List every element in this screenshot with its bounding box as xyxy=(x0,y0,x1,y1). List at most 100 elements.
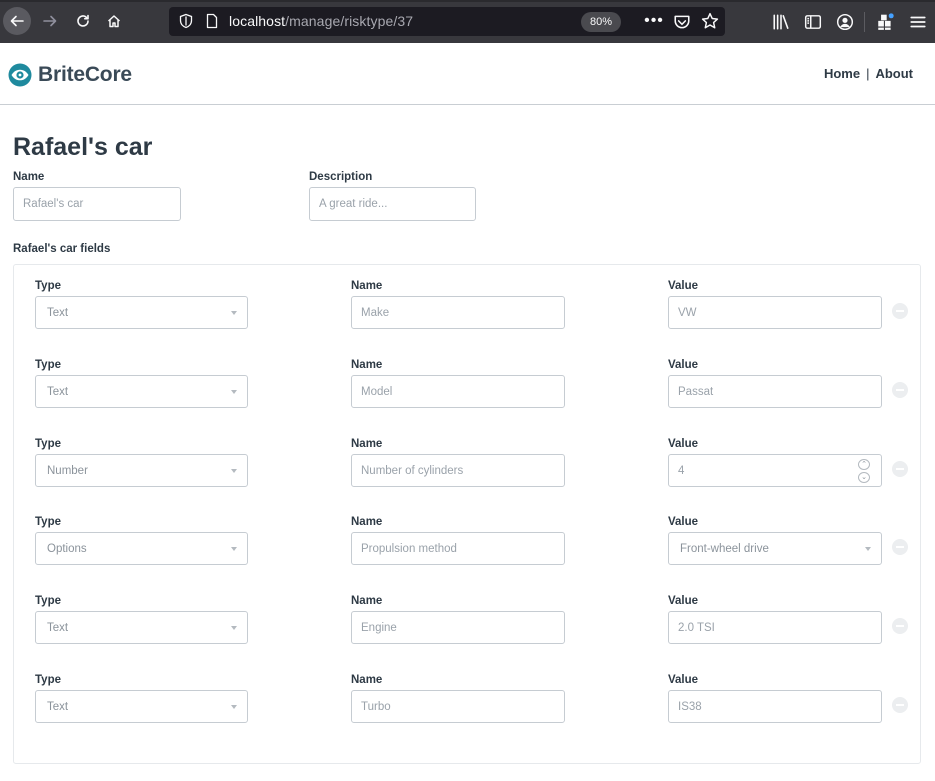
back-button[interactable] xyxy=(3,7,31,35)
arrow-right-icon xyxy=(43,15,57,27)
browser-toolbar: localhost/manage/risktype/37 80% ••• xyxy=(0,0,935,43)
field-type-value: Number xyxy=(47,464,88,477)
url-bar[interactable]: localhost/manage/risktype/37 xyxy=(169,7,725,36)
field-value-number-input[interactable]: 4 ⌃ ⌄ xyxy=(668,454,882,487)
chevron-down-icon xyxy=(231,469,237,473)
field-value-label: Value xyxy=(668,595,699,607)
remove-field-icon[interactable] xyxy=(892,382,908,398)
field-name-label: Name xyxy=(351,674,383,686)
account-icon[interactable] xyxy=(836,13,854,31)
forward-button[interactable] xyxy=(36,7,64,35)
field-value-label: Value xyxy=(668,516,699,528)
field-value-input[interactable]: IS38 xyxy=(668,690,882,723)
fields-caption: Rafael's car fields xyxy=(13,243,111,255)
field-name-input[interactable]: Engine xyxy=(351,611,565,644)
chevron-down-icon xyxy=(231,626,237,630)
site-header xyxy=(0,43,935,105)
description-label: Description xyxy=(309,171,373,183)
field-value-label: Value xyxy=(668,674,699,686)
bookmark-star-icon[interactable] xyxy=(701,12,719,30)
library-icon[interactable] xyxy=(772,13,790,31)
field-value-label: Value xyxy=(668,280,699,292)
field-name-label: Name xyxy=(351,516,383,528)
field-value: Front-wheel drive xyxy=(680,542,769,555)
toolbar-divider xyxy=(864,12,865,32)
sidebar-icon[interactable] xyxy=(804,13,822,31)
remove-field-icon[interactable] xyxy=(892,539,908,555)
field-name-label: Name xyxy=(351,359,383,371)
field-type-label: Type xyxy=(35,359,61,371)
nav-about-link[interactable]: About xyxy=(875,66,913,81)
page-info-icon[interactable] xyxy=(204,13,220,29)
field-type-label: Type xyxy=(35,280,61,292)
nav-home-link[interactable]: Home xyxy=(824,66,860,81)
field-type-select[interactable]: Number xyxy=(35,454,248,487)
field-type-value: Text xyxy=(47,621,69,634)
field-name-input[interactable]: Turbo xyxy=(351,690,565,723)
field-type-select[interactable]: Options xyxy=(35,532,248,565)
field-value-input[interactable]: 2.0 TSI xyxy=(668,611,882,644)
field-name-input[interactable]: Model xyxy=(351,375,565,408)
field-value-input[interactable]: VW xyxy=(668,296,882,329)
increment-icon[interactable]: ⌃ xyxy=(858,459,870,470)
nav-separator: | xyxy=(866,66,870,81)
field-value-select[interactable]: Front-wheel drive xyxy=(668,532,882,565)
remove-field-icon[interactable] xyxy=(892,461,908,477)
home-icon xyxy=(107,15,121,28)
field-type-label: Type xyxy=(35,674,61,686)
field-name-label: Name xyxy=(351,280,383,292)
extensions-icon[interactable] xyxy=(876,13,894,31)
tab-strip xyxy=(0,0,935,2)
page-title: Rafael's car xyxy=(13,133,153,161)
field-value-input[interactable]: Passat xyxy=(668,375,882,408)
brand-name: BriteCore xyxy=(38,63,132,86)
field-type-label: Type xyxy=(35,516,61,528)
field-value-label: Value xyxy=(668,359,699,371)
field-type-select[interactable]: Text xyxy=(35,296,248,329)
brand-logo[interactable]: BriteCore xyxy=(8,63,132,87)
remove-field-icon[interactable] xyxy=(892,697,908,713)
url-path: /manage/risktype/37 xyxy=(285,13,414,29)
field-value: VW xyxy=(678,306,697,319)
chevron-down-icon xyxy=(231,311,237,315)
field-type-select[interactable]: Text xyxy=(35,690,248,723)
chevron-down-icon xyxy=(231,390,237,394)
url-text[interactable]: localhost/manage/risktype/37 xyxy=(229,13,413,29)
remove-field-icon[interactable] xyxy=(892,303,908,319)
field-type-select[interactable]: Text xyxy=(35,611,248,644)
field-type-value: Text xyxy=(47,385,69,398)
chevron-down-icon xyxy=(231,705,237,709)
field-name-label: Name xyxy=(351,595,383,607)
arrow-left-icon xyxy=(10,15,24,27)
page-actions-icon[interactable]: ••• xyxy=(644,12,664,32)
risk-type-name-input[interactable]: Rafael's car xyxy=(13,187,181,221)
field-name-input[interactable]: Make xyxy=(351,296,565,329)
field-value: 2.0 TSI xyxy=(678,621,715,634)
risk-type-description-input[interactable]: A great ride... xyxy=(309,187,476,221)
field-type-value: Options xyxy=(47,542,87,555)
field-name-input[interactable]: Number of cylinders xyxy=(351,454,565,487)
header-nav: Home | About xyxy=(824,66,913,81)
url-host: localhost xyxy=(229,13,286,29)
number-spinner[interactable]: ⌃ ⌄ xyxy=(858,459,872,483)
field-name-input[interactable]: Propulsion method xyxy=(351,532,565,565)
pocket-icon[interactable] xyxy=(673,13,691,31)
decrement-icon[interactable]: ⌄ xyxy=(858,472,870,483)
field-type-value: Text xyxy=(47,700,69,713)
field-name-label: Name xyxy=(351,438,383,450)
field-type-label: Type xyxy=(35,595,61,607)
hamburger-menu-icon[interactable] xyxy=(909,13,927,31)
name-label: Name xyxy=(13,171,45,183)
field-type-value: Text xyxy=(47,306,69,319)
reload-button[interactable] xyxy=(69,7,97,35)
chevron-down-icon xyxy=(865,547,871,551)
fields-panel xyxy=(13,264,921,764)
remove-field-icon[interactable] xyxy=(892,618,908,634)
tracking-shield-icon[interactable] xyxy=(178,13,194,29)
zoom-level-badge[interactable]: 80% xyxy=(581,12,621,32)
field-type-select[interactable]: Text xyxy=(35,375,248,408)
home-button[interactable] xyxy=(100,7,128,35)
field-value: IS38 xyxy=(678,700,702,713)
field-value: Passat xyxy=(678,385,714,398)
field-value: 4 xyxy=(678,464,685,477)
